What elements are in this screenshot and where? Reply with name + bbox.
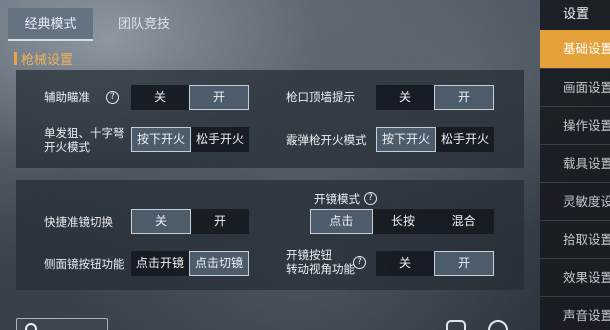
single-fire-release[interactable]: 松手开火 — [191, 127, 249, 152]
sidebar-item-pickup[interactable]: 拾取设置 — [540, 220, 610, 258]
scope-view-toggle: 关 开 — [376, 251, 494, 276]
quick-scope-on[interactable]: 开 — [191, 209, 249, 234]
side-scope-switch[interactable]: 点击切镜 — [189, 251, 249, 276]
aim-assist-on[interactable]: 开 — [189, 85, 249, 110]
scope-mode-hold[interactable]: 长按 — [373, 209, 434, 234]
side-scope-toggle: 点击开镜 点击切镜 — [131, 251, 249, 276]
scope-view-off[interactable]: 关 — [376, 251, 434, 276]
shotgun-fire-press[interactable]: 按下开火 — [376, 127, 436, 152]
scope-mode-label: 开镜模式 — [314, 192, 360, 206]
single-fire-press[interactable]: 按下开火 — [131, 127, 191, 152]
help-icon[interactable]: ? — [106, 91, 119, 104]
scope-mode-mixed[interactable]: 混合 — [433, 209, 494, 234]
scope-mode-tap[interactable]: 点击 — [310, 209, 373, 234]
single-fire-toggle: 按下开火 松手开火 — [131, 127, 249, 152]
tab-team[interactable]: 团队竞技 — [96, 8, 192, 41]
sidebar-item-controls[interactable]: 操作设置 — [540, 106, 610, 144]
side-scope-open[interactable]: 点击开镜 — [131, 251, 189, 276]
quick-scope-off[interactable]: 关 — [131, 209, 191, 234]
help-icon[interactable]: ? — [353, 256, 366, 269]
section-title: 枪械设置 — [21, 52, 74, 68]
muzzle-hint-label: 枪口顶墙提示 — [286, 90, 355, 104]
settings-icon[interactable] — [446, 320, 466, 330]
section-marker — [14, 51, 17, 65]
sidebar-item-sound[interactable]: 声音设置 — [540, 296, 610, 330]
side-scope-label: 侧面镜按钮功能 — [44, 257, 125, 271]
aim-assist-toggle: 关 开 — [131, 85, 249, 110]
scope-view-on[interactable]: 开 — [434, 251, 494, 276]
muzzle-hint-on[interactable]: 开 — [434, 85, 494, 110]
mode-tabs: 经典模式 团队竞技 — [0, 8, 535, 41]
settings-sidebar: 设置 基础设置 画面设置 操作设置 载具设置 灵敏度设置 拾取设置 效果设置 声… — [540, 0, 610, 330]
single-fire-label-1: 单发狙、十字弩 — [44, 126, 125, 140]
reset-icon — [25, 323, 37, 330]
quick-scope-toggle: 关 开 — [131, 209, 249, 234]
scope-view-label-1: 开镜按钮 — [286, 248, 332, 262]
help-icon[interactable]: ? — [364, 192, 377, 205]
scope-mode-selector: 点击 长按 混合 — [310, 209, 494, 234]
single-fire-label-2: 开火模式 — [44, 140, 90, 154]
sidebar-item-sensitivity[interactable]: 灵敏度设置 — [540, 182, 610, 220]
tab-classic[interactable]: 经典模式 — [8, 8, 93, 41]
shotgun-fire-label: 霰弹枪开火模式 — [286, 133, 367, 147]
sidebar-item-graphics[interactable]: 画面设置 — [540, 68, 610, 106]
reset-button[interactable] — [16, 318, 108, 330]
scope-view-label-2: 转动视角功能 — [286, 262, 355, 276]
aim-assist-label: 辅助瞄准 — [44, 90, 90, 104]
gun-settings-panel: 辅助瞄准 ? 关 开 枪口顶墙提示 关 开 单发狙、十字弩 开火模式 按下开火 … — [16, 70, 524, 168]
settings-icon[interactable] — [488, 320, 508, 330]
scope-settings-panel: 开镜模式 ? 快捷准镜切换 关 开 点击 长按 混合 侧面镜按钮功能 点击开镜 … — [16, 180, 524, 290]
shotgun-fire-release[interactable]: 松手开火 — [436, 127, 494, 152]
sidebar-item-effects[interactable]: 效果设置 — [540, 258, 610, 296]
aim-assist-off[interactable]: 关 — [131, 85, 189, 110]
shotgun-fire-toggle: 按下开火 松手开火 — [376, 127, 494, 152]
section-header: 枪械设置 — [14, 50, 74, 68]
sidebar-item-vehicle[interactable]: 载具设置 — [540, 144, 610, 182]
muzzle-hint-off[interactable]: 关 — [376, 85, 434, 110]
sidebar-item-basic[interactable]: 基础设置 — [540, 30, 610, 68]
muzzle-hint-toggle: 关 开 — [376, 85, 494, 110]
sidebar-title: 设置 — [563, 7, 590, 22]
quick-scope-label: 快捷准镜切换 — [44, 215, 113, 229]
